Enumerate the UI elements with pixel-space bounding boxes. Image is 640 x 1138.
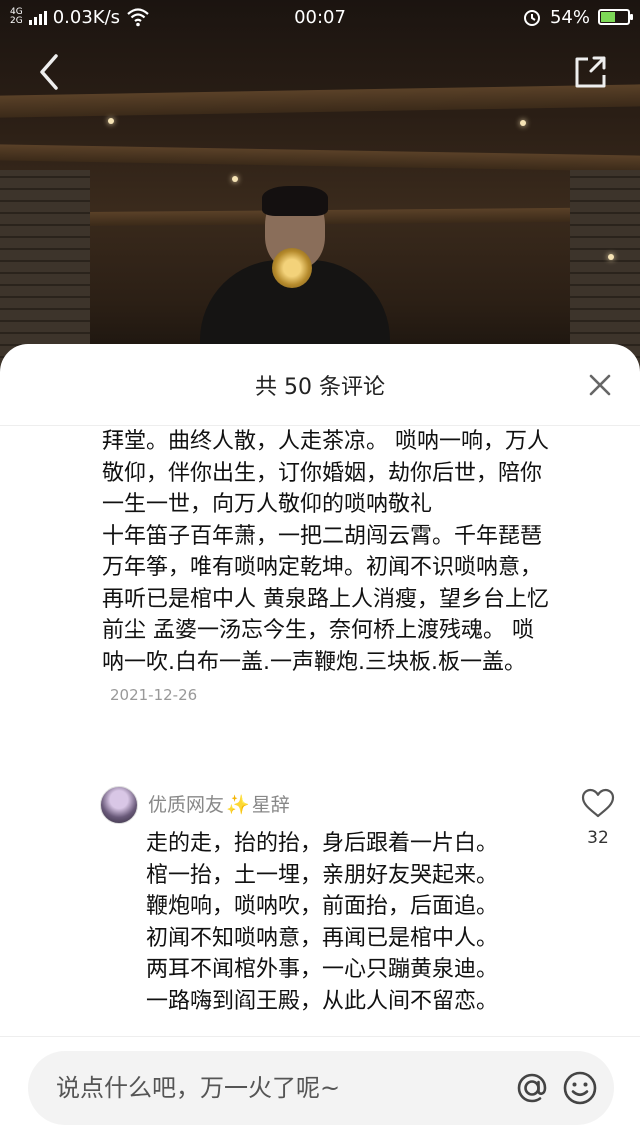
- back-button[interactable]: [30, 52, 70, 92]
- trumpet-bell: [272, 248, 312, 288]
- comment-line: 初闻不知唢呐意，再闻已是棺中人。: [146, 925, 499, 951]
- comment-input-bar: [0, 1036, 640, 1138]
- comments-count-title: 共 50 条评论: [255, 374, 385, 400]
- comment-date: 2021-12-26: [110, 686, 198, 704]
- lamp: [520, 120, 526, 126]
- lamp: [608, 254, 614, 260]
- comment-text: 走的走，抬的抬，身后跟着一片白。 棺一抬，土一埋，亲朋好友哭起来。 鞭炮响，唢呐…: [146, 828, 546, 1017]
- sparkles-icon: ✨: [226, 794, 250, 816]
- status-bar: 4G 2G 0.03K/s 00:07 54%: [0, 0, 640, 34]
- wooden-beam: [0, 84, 640, 118]
- battery-percent: 54%: [549, 6, 590, 28]
- comment-list[interactable]: 拜堂。曲终人散，人走茶凉。 唢呐一响，万人敬仰，伴你出生，订你婚姻，劫你后世，陪…: [0, 426, 640, 1036]
- comment-input-container[interactable]: [28, 1051, 614, 1125]
- like-count: 32: [587, 828, 609, 848]
- lamp: [232, 176, 238, 182]
- battery-level-fill: [601, 12, 616, 22]
- battery-icon: [598, 9, 633, 25]
- comment-line: 两耳不闻棺外事，一心只蹦黄泉迪。: [146, 957, 499, 982]
- comment-input[interactable]: [56, 1074, 476, 1102]
- comment-username[interactable]: 优质网友 ✨ 星辞: [148, 790, 290, 817]
- close-button[interactable]: [584, 369, 616, 401]
- network-type: 4G 2G: [10, 7, 23, 26]
- comments-header: 共 50 条评论: [0, 344, 640, 426]
- comment-line: 棺一抬，土一埋，亲朋好友哭起来。: [146, 862, 499, 888]
- emoji-button[interactable]: [560, 1068, 600, 1108]
- wooden-beam: [0, 144, 640, 172]
- comment-line: 鞭炮响，唢呐吹，前面抬，后面追。: [146, 894, 499, 919]
- at-icon: [517, 1073, 547, 1103]
- comments-sheet: 共 50 条评论 拜堂。曲终人散，人走茶凉。 唢呐一响，万人敬仰，伴你出生，订你…: [0, 344, 640, 1138]
- clock: 00:07: [294, 6, 346, 28]
- video-player[interactable]: [0, 0, 640, 380]
- heart-outline-icon: [581, 788, 615, 818]
- network-speed: 0.03K/s: [52, 6, 121, 28]
- like-button[interactable]: 32: [578, 788, 618, 848]
- share-icon: [575, 56, 606, 88]
- signal-icon: [28, 9, 47, 25]
- comment-line: 走的走，抬的抬，身后跟着一片白。: [146, 831, 499, 856]
- smiley-icon: [563, 1071, 597, 1105]
- chevron-left-icon: [40, 54, 58, 90]
- comment-text: 拜堂。曲终人散，人走茶凉。 唢呐一响，万人敬仰，伴你出生，订你婚姻，劫你后世，陪…: [102, 429, 587, 675]
- lamp: [108, 118, 114, 124]
- avatar[interactable]: [100, 786, 138, 824]
- close-icon: [589, 374, 611, 396]
- comment-item: 拜堂。曲终人散，人走茶凉。 唢呐一响，万人敬仰，伴你出生，订你婚姻，劫你后世，陪…: [102, 426, 586, 712]
- wifi-icon: [127, 8, 149, 27]
- share-button[interactable]: [570, 52, 610, 92]
- mention-button[interactable]: [512, 1068, 552, 1108]
- comment-line: 一路嗨到阎王殿，从此人间不留恋。: [146, 988, 499, 1014]
- alarm-icon: [523, 10, 540, 26]
